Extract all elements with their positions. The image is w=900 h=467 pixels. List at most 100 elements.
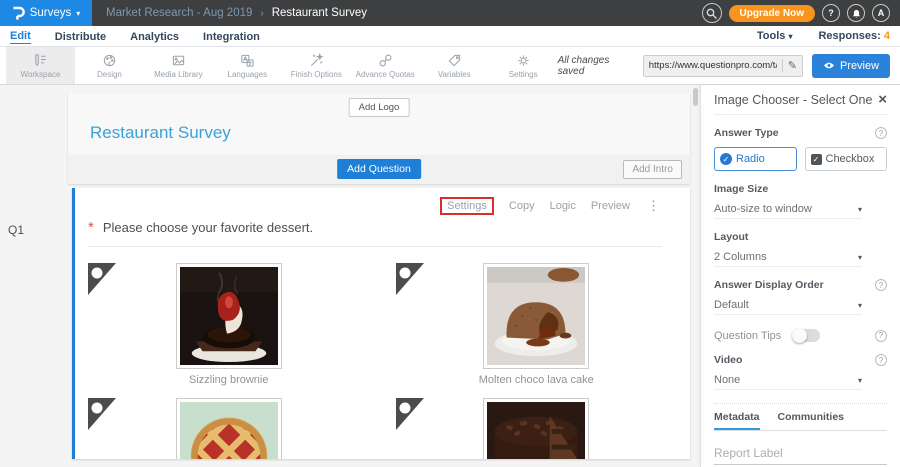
notifications-button[interactable] bbox=[847, 4, 865, 22]
help-icon[interactable]: ? bbox=[875, 127, 887, 139]
question-settings-link[interactable]: Settings bbox=[440, 197, 494, 215]
survey-nav: Edit Distribute Analytics Integration To… bbox=[0, 26, 900, 47]
canvas-scrollbar[interactable] bbox=[693, 88, 698, 106]
answer-display-order-row: Answer Display Order ? bbox=[714, 279, 887, 291]
question-tips-label: Question Tips bbox=[714, 330, 792, 342]
survey-title[interactable]: Restaurant Survey bbox=[90, 123, 231, 143]
responses-link[interactable]: Responses: 4 bbox=[818, 30, 890, 42]
answer-type-label: Answer Type bbox=[714, 127, 779, 139]
surveys-app-menu[interactable]: Surveys ▾ bbox=[0, 0, 92, 26]
toolbar-item-languages[interactable]: Languages bbox=[213, 47, 282, 84]
help-icon[interactable]: ? bbox=[875, 330, 887, 342]
toolbar-item-label: Settings bbox=[509, 70, 538, 79]
survey-action-bar: Add Question Add Intro bbox=[68, 155, 690, 184]
surveys-label: Surveys bbox=[30, 7, 72, 19]
toolbar-item-label: Workspace bbox=[21, 70, 61, 79]
option-caption: Molten choco lava cake bbox=[383, 374, 691, 386]
close-icon[interactable]: × bbox=[878, 94, 887, 106]
image-size-value: Auto-size to window bbox=[714, 203, 812, 215]
avatar[interactable]: A bbox=[872, 4, 890, 22]
tab-edit[interactable]: Edit bbox=[10, 28, 31, 44]
layout-row: Layout bbox=[714, 231, 887, 243]
image-size-row: Image Size bbox=[714, 183, 887, 195]
breadcrumb-separator-icon: › bbox=[260, 8, 263, 19]
question-actions: Settings Copy Logic Preview ⋮ bbox=[75, 188, 690, 218]
nav-right: Tools ▾ Responses: 4 bbox=[757, 30, 890, 42]
add-question-button[interactable]: Add Question bbox=[337, 159, 421, 179]
question-tips-toggle[interactable] bbox=[792, 329, 820, 342]
chevron-down-icon: ▾ bbox=[858, 205, 862, 214]
image-option-chocolate-cake bbox=[383, 398, 691, 459]
questionpro-logo-icon bbox=[12, 6, 25, 21]
tab-communities[interactable]: Communities bbox=[778, 404, 845, 430]
edit-url-icon[interactable]: ✎ bbox=[782, 59, 802, 72]
toolbar-item-design[interactable]: Design bbox=[75, 47, 144, 84]
tab-analytics[interactable]: Analytics bbox=[130, 29, 179, 44]
video-row: Video ? bbox=[714, 354, 887, 366]
tab-metadata[interactable]: Metadata bbox=[714, 404, 760, 430]
bell-icon bbox=[851, 8, 862, 19]
image-size-select[interactable]: Auto-size to window ▾ bbox=[714, 203, 862, 219]
survey-canvas: Add Logo Restaurant Survey Add Question … bbox=[68, 85, 690, 467]
toolbar-item-workspace[interactable]: Workspace bbox=[6, 47, 75, 84]
toolbar-item-settings[interactable]: Settings bbox=[489, 47, 558, 84]
tab-integration[interactable]: Integration bbox=[203, 29, 260, 44]
answer-display-order-label: Answer Display Order bbox=[714, 279, 824, 291]
video-value: None bbox=[714, 374, 740, 386]
eye-icon bbox=[823, 61, 835, 70]
breadcrumb-parent[interactable]: Market Research - Aug 2019 bbox=[106, 7, 252, 19]
toolbar-item-finish-options[interactable]: Finish Options bbox=[282, 47, 351, 84]
radio-marker-icon[interactable] bbox=[88, 263, 116, 295]
dessert-image-lava-cake[interactable] bbox=[483, 263, 589, 369]
chevron-down-icon: ▾ bbox=[858, 253, 862, 262]
image-icon bbox=[171, 53, 186, 68]
radio-marker-icon[interactable] bbox=[396, 398, 424, 430]
dessert-image-brownie[interactable] bbox=[176, 263, 282, 369]
panel-tabs: Metadata Communities bbox=[714, 404, 887, 431]
add-intro-button[interactable]: Add Intro bbox=[623, 160, 682, 179]
toolbar-item-media-library[interactable]: Media Library bbox=[144, 47, 213, 84]
image-options-grid: Sizzling brownie bbox=[75, 263, 690, 459]
search-button[interactable] bbox=[702, 3, 722, 23]
question-preview-link[interactable]: Preview bbox=[591, 200, 630, 212]
radio-marker-icon[interactable] bbox=[88, 398, 116, 430]
kebab-menu-icon[interactable]: ⋮ bbox=[647, 198, 660, 214]
add-logo-button[interactable]: Add Logo bbox=[349, 98, 410, 117]
question-logic-link[interactable]: Logic bbox=[550, 200, 576, 212]
answer-display-order-select[interactable]: Default ▾ bbox=[714, 299, 862, 315]
survey-url-box: ✎ bbox=[643, 55, 803, 77]
question-text[interactable]: Please choose your favorite dessert. bbox=[103, 220, 313, 235]
option-caption: Sizzling brownie bbox=[75, 374, 383, 386]
help-button[interactable]: ? bbox=[822, 4, 840, 22]
toolbar-item-variables[interactable]: Variables bbox=[420, 47, 489, 84]
answer-type-row: Answer Type ? bbox=[714, 127, 887, 139]
tools-menu[interactable]: Tools ▾ bbox=[757, 30, 793, 42]
question-copy-link[interactable]: Copy bbox=[509, 200, 535, 212]
chevron-down-icon: ▾ bbox=[788, 32, 792, 41]
checkbox-option-button[interactable]: ✓ Checkbox bbox=[805, 147, 888, 171]
report-label-input[interactable] bbox=[714, 446, 887, 465]
tools-label: Tools bbox=[757, 30, 786, 42]
help-icon[interactable]: ? bbox=[875, 279, 887, 291]
dessert-image-lattice-pie[interactable] bbox=[176, 398, 282, 459]
dessert-image-chocolate-cake[interactable] bbox=[483, 398, 589, 459]
tab-distribute[interactable]: Distribute bbox=[55, 29, 106, 44]
survey-url-input[interactable] bbox=[644, 60, 782, 71]
radio-marker-icon[interactable] bbox=[396, 263, 424, 295]
preview-button[interactable]: Preview bbox=[812, 54, 890, 78]
question-card: Settings Copy Logic Preview ⋮ * Please c… bbox=[72, 188, 690, 459]
palette-icon bbox=[102, 53, 117, 68]
layout-value: 2 Columns bbox=[714, 251, 767, 263]
layout-select[interactable]: 2 Columns ▾ bbox=[714, 251, 862, 267]
radio-option-button[interactable]: ✓ Radio bbox=[714, 147, 797, 171]
help-icon[interactable]: ? bbox=[875, 354, 887, 366]
brownie-art bbox=[180, 267, 278, 365]
editor-toolbar: Workspace Design Media Library Languages… bbox=[0, 47, 900, 85]
top-bar: Surveys ▾ Market Research - Aug 2019 › R… bbox=[0, 0, 900, 26]
checkbox-label: Checkbox bbox=[826, 153, 875, 165]
toolbar-item-advance-quotas[interactable]: Advance Quotas bbox=[351, 47, 420, 84]
image-option-lava-cake: Molten choco lava cake bbox=[383, 263, 691, 388]
radio-label: Radio bbox=[736, 153, 765, 165]
video-select[interactable]: None ▾ bbox=[714, 374, 862, 390]
upgrade-now-button[interactable]: Upgrade Now bbox=[729, 5, 815, 22]
